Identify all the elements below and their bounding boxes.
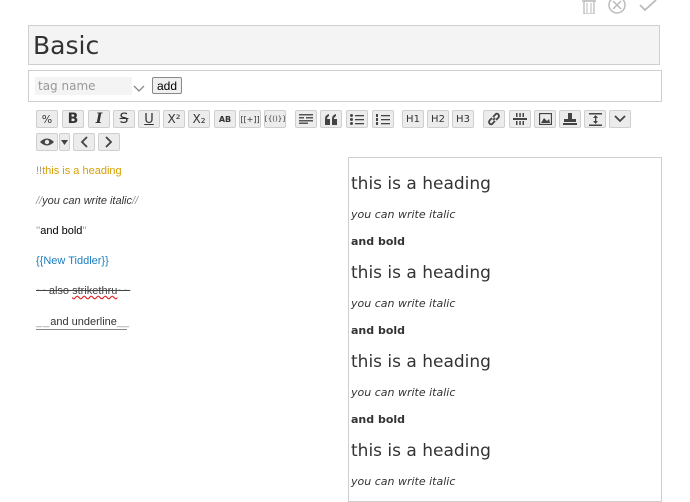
mono-block-button[interactable] (295, 110, 317, 128)
title-field[interactable]: Basic (28, 25, 660, 65)
chevron-left-icon (80, 136, 88, 148)
superscript-button[interactable]: X² (163, 110, 185, 128)
tag-editor: tag name add (28, 70, 662, 102)
tiddler-controls (582, 0, 658, 14)
underline-button[interactable]: U (138, 110, 160, 128)
bold-text: and bold (40, 225, 83, 237)
preview-heading: this is a heading (351, 174, 491, 194)
editor-line-italic: //you can write italic// (36, 195, 138, 207)
preview-heading: this is a heading (351, 263, 491, 283)
preview-bold: and bold (351, 324, 406, 337)
eye-icon (39, 137, 55, 147)
size-button[interactable] (584, 110, 606, 128)
editor-line-transclusion: {{New Tiddler}} (36, 255, 109, 267)
tag-name-input[interactable]: tag name (35, 77, 132, 95)
more-button[interactable] (609, 110, 631, 128)
stamp-icon (563, 113, 577, 125)
italic-button[interactable]: I (88, 110, 110, 128)
preview-italic: you can write italic (351, 297, 456, 310)
shrink-preview-button[interactable] (73, 133, 95, 151)
subscript-button[interactable]: X₂ (188, 110, 210, 128)
caret-down-icon (61, 139, 68, 145)
strikethrough-button[interactable]: S (113, 110, 135, 128)
expand-preview-button[interactable] (98, 133, 120, 151)
smallcaps-label: AB (218, 114, 232, 124)
preview-italic: you can write italic (351, 475, 456, 488)
confirm-icon[interactable] (638, 0, 658, 14)
heading-1-button[interactable]: H1 (402, 110, 424, 128)
bullet-list-button[interactable] (346, 110, 368, 128)
macro-button[interactable]: {{()}} (264, 110, 286, 128)
cancel-icon[interactable] (608, 0, 626, 14)
quote-button[interactable] (320, 110, 342, 128)
macro-label: {{()}} (264, 115, 286, 123)
preview-heading: this is a heading (351, 352, 491, 372)
quote-icon (324, 113, 338, 125)
italic-label: I (95, 111, 103, 127)
underline-close-markup: __ (116, 316, 130, 328)
rule-icon (513, 113, 527, 125)
numbered-list-icon (376, 113, 390, 125)
editor-line-strike: ~~also strikethru~~ (36, 285, 130, 297)
heading-2-button[interactable]: H2 (427, 110, 449, 128)
editor-line-heading: !!this is a heading (36, 165, 122, 177)
chevron-down-icon (614, 115, 626, 123)
size-icon (588, 112, 602, 126)
preview-pane: this is a heading you can write italic a… (348, 157, 662, 502)
image-icon (538, 113, 552, 125)
strike-close-markup: ~~ (117, 285, 131, 297)
italic-close-markup: // (132, 195, 139, 207)
strike-text-a: also (48, 285, 73, 297)
underline-label: U (144, 111, 154, 127)
stamp-button[interactable] (559, 110, 581, 128)
heading-1-label: H1 (406, 113, 420, 125)
underline-open-markup: __ (36, 316, 51, 328)
link-icon (487, 112, 501, 126)
subscript-label: X₂ (192, 112, 206, 126)
superscript-label: X² (167, 112, 181, 126)
image-button[interactable] (534, 110, 556, 128)
bold-label: B (67, 111, 79, 127)
heading-2-label: H2 (431, 113, 445, 125)
delete-icon[interactable] (582, 0, 596, 14)
bold-close-markup: '' (82, 225, 87, 237)
underline-rule (36, 329, 127, 330)
chevron-down-icon[interactable] (133, 79, 145, 98)
italic-text: you can write italic (42, 195, 132, 207)
smallcaps-button[interactable]: AB (214, 110, 236, 128)
strikethrough-label: S (119, 111, 129, 127)
title-text: Basic (33, 31, 100, 60)
preview-bold: and bold (351, 235, 406, 248)
underline-text: and underline (50, 316, 117, 328)
preview-toggle-button[interactable] (36, 133, 58, 151)
heading-3-button[interactable]: H3 (452, 110, 474, 128)
preview-type-dropdown[interactable] (59, 133, 70, 151)
chevron-right-icon (105, 136, 113, 148)
transclude-label: [[+]] (240, 114, 260, 124)
link-button[interactable] (483, 110, 505, 128)
preview-italic: you can write italic (351, 386, 456, 399)
transclude-button[interactable]: [[+]] (239, 110, 261, 128)
excise-label: % (41, 112, 53, 126)
bullet-list-icon (350, 113, 364, 125)
rule-button[interactable] (509, 110, 531, 128)
add-tag-button[interactable]: add (152, 77, 183, 94)
bold-button[interactable]: B (62, 110, 84, 128)
editor-line-underline: __and underline__ (36, 316, 130, 330)
excise-button[interactable]: % (36, 110, 58, 128)
mono-block-icon (299, 114, 313, 124)
heading-text: this is a heading (42, 165, 122, 177)
preview-heading: this is a heading (351, 441, 491, 461)
strike-open-markup: ~~ (36, 285, 49, 297)
heading-3-label: H3 (456, 113, 470, 125)
editor-line-bold: ''and bold'' (36, 225, 87, 237)
strike-text-b: strikethru (72, 285, 118, 297)
preview-bold: and bold (351, 413, 406, 426)
preview-italic: you can write italic (351, 208, 456, 221)
numbered-list-button[interactable] (372, 110, 394, 128)
